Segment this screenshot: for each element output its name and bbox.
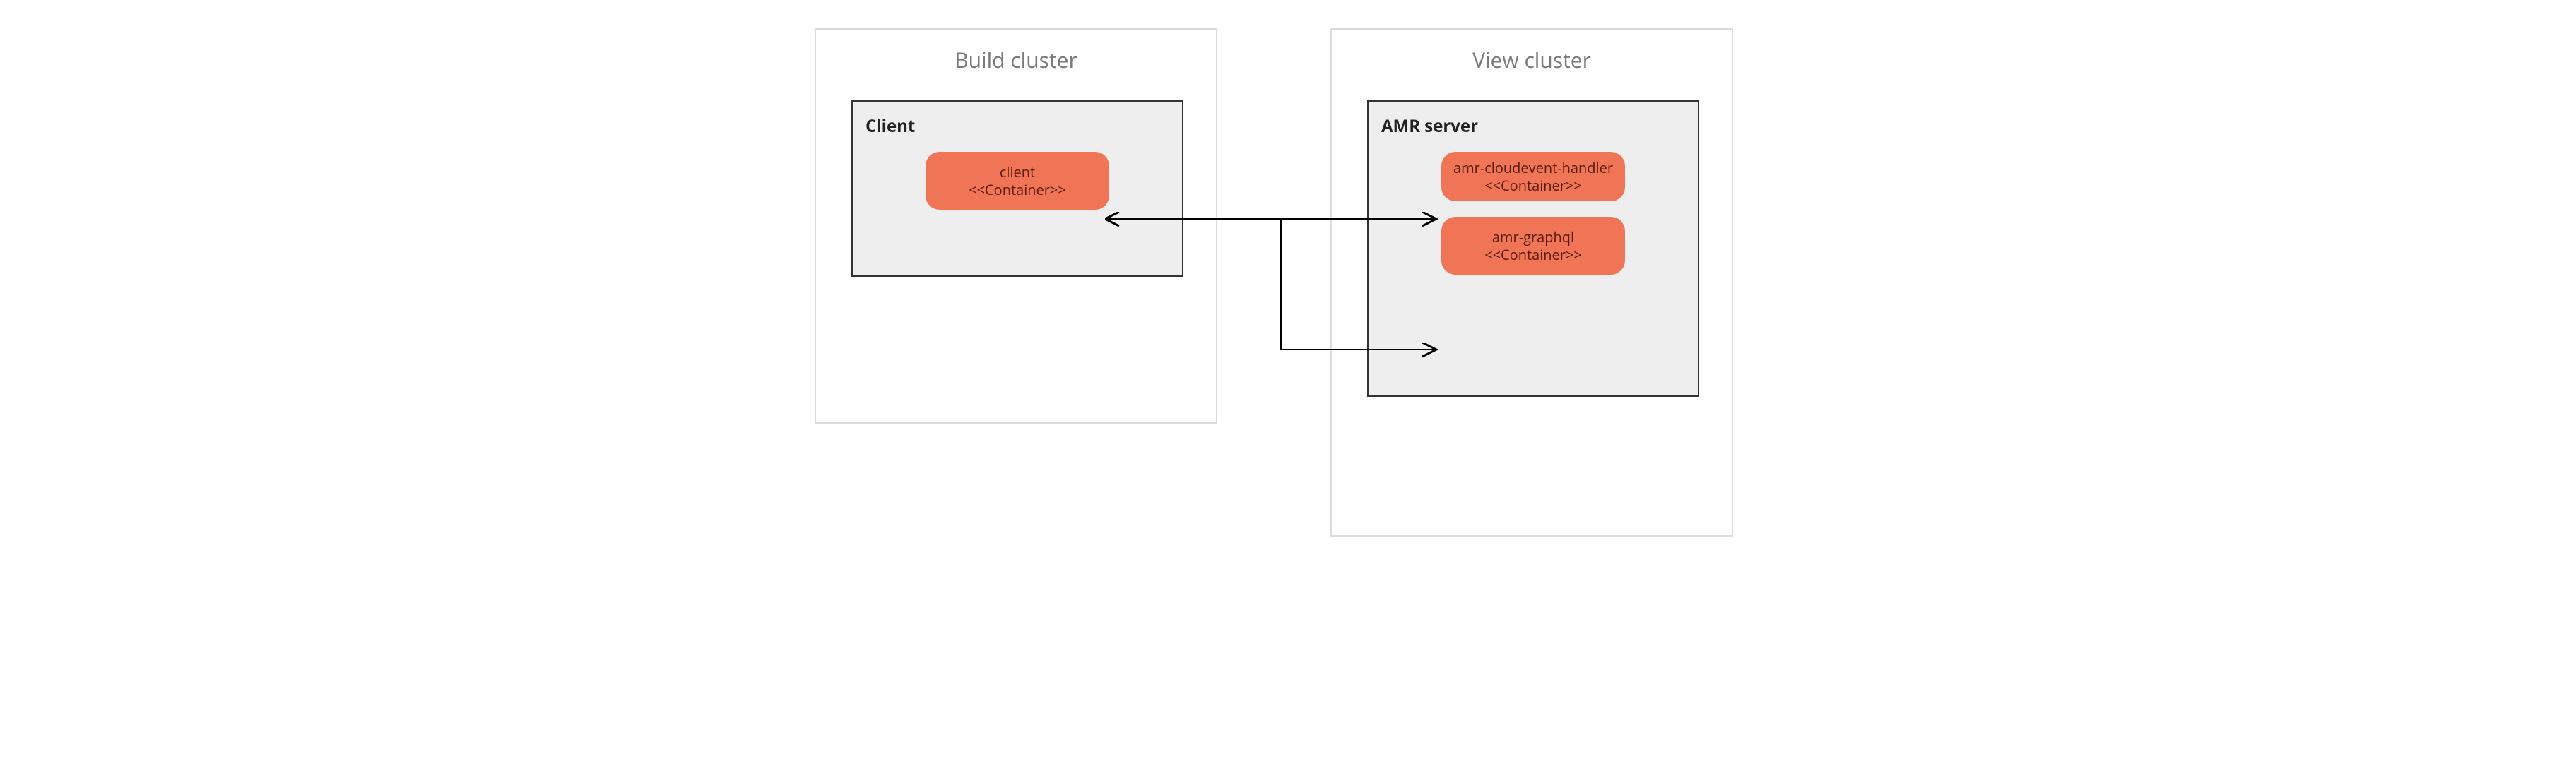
client-container-name: client [934, 163, 1101, 181]
build-cluster-title: Build cluster [816, 45, 1216, 74]
build-cluster: Build cluster Client client <<Container>… [815, 28, 1217, 424]
amr-cloudevent-handler-node: amr-cloudevent-handler <<Container>> [1441, 152, 1625, 201]
client-container-stereotype: <<Container>> [934, 181, 1101, 198]
amr-graphql-name: amr-graphql [1450, 228, 1617, 246]
diagram-canvas: Build cluster Client client <<Container>… [744, 0, 1832, 774]
amr-cloudevent-handler-name: amr-cloudevent-handler [1450, 159, 1617, 177]
amr-graphql-stereotype: <<Container>> [1450, 246, 1617, 263]
client-container-node: client <<Container>> [926, 152, 1109, 210]
amr-graphql-node: amr-graphql <<Container>> [1441, 217, 1625, 275]
amr-server-panel: AMR server amr-cloudevent-handler <<Cont… [1367, 100, 1699, 397]
client-panel-title: Client [865, 114, 1169, 138]
client-panel: Client client <<Container>> [851, 100, 1183, 277]
view-cluster: View cluster AMR server amr-cloudevent-h… [1330, 28, 1733, 537]
amr-server-panel-title: AMR server [1381, 114, 1685, 138]
view-cluster-title: View cluster [1332, 45, 1732, 74]
amr-cloudevent-handler-stereotype: <<Container>> [1450, 177, 1617, 194]
